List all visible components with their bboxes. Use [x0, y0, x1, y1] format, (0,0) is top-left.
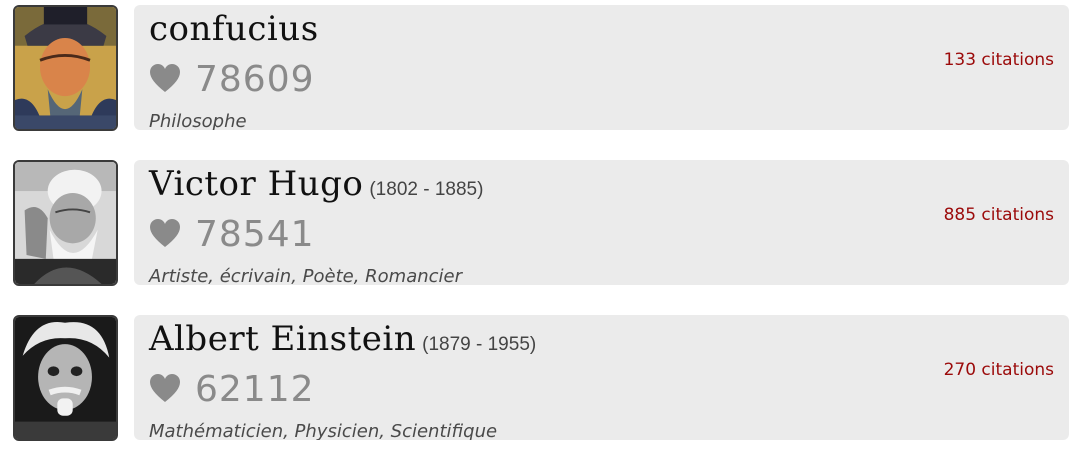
author-name-line: confucius: [149, 9, 325, 49]
likes-block[interactable]: 62112: [149, 367, 315, 411]
heart-icon[interactable]: [149, 218, 181, 250]
author-card[interactable]: confucius 78609 Philosophe 133 citations: [134, 5, 1069, 130]
citations-link[interactable]: 270 citations: [944, 360, 1054, 380]
likes-block[interactable]: 78541: [149, 212, 315, 256]
heart-icon[interactable]: [149, 63, 181, 95]
author-card[interactable]: Albert Einstein (1879 - 1955) 62112 Mathé…: [134, 315, 1069, 440]
like-count: 78541: [195, 213, 315, 255]
author-row[interactable]: Albert Einstein (1879 - 1955) 62112 Mathé…: [0, 315, 1080, 445]
author-row[interactable]: confucius 78609 Philosophe 133 citations: [0, 5, 1080, 135]
author-occupation: Artiste, écrivain, Poète, Romancier: [149, 266, 463, 285]
heart-icon[interactable]: [149, 373, 181, 405]
author-portrait[interactable]: [13, 5, 118, 131]
author-name[interactable]: Victor Hugo: [149, 164, 363, 204]
author-name-line: Albert Einstein (1879 - 1955): [149, 319, 536, 359]
author-row[interactable]: Victor Hugo (1802 - 1885) 78541 Artiste, …: [0, 160, 1080, 290]
citations-link[interactable]: 133 citations: [944, 50, 1054, 70]
victor-hugo-portrait-image: [15, 162, 116, 284]
author-portrait[interactable]: [13, 315, 118, 441]
author-dates: (1802 - 1885): [369, 179, 484, 200]
author-dates: (1879 - 1955): [422, 334, 537, 355]
author-name[interactable]: Albert Einstein: [149, 319, 416, 359]
author-list: confucius 78609 Philosophe 133 citations: [0, 0, 1080, 451]
confucius-portrait-image: [15, 7, 116, 129]
like-count: 62112: [195, 368, 315, 410]
likes-block[interactable]: 78609: [149, 57, 315, 101]
author-occupation: Philosophe: [149, 111, 247, 130]
citations-link[interactable]: 885 citations: [944, 205, 1054, 225]
author-name-line: Victor Hugo (1802 - 1885): [149, 164, 483, 204]
author-card[interactable]: Victor Hugo (1802 - 1885) 78541 Artiste, …: [134, 160, 1069, 285]
albert-einstein-portrait-image: [15, 317, 116, 439]
like-count: 78609: [195, 58, 315, 100]
author-portrait[interactable]: [13, 160, 118, 286]
author-name[interactable]: confucius: [149, 9, 319, 49]
author-occupation: Mathématicien, Physicien, Scientifique: [149, 421, 498, 440]
